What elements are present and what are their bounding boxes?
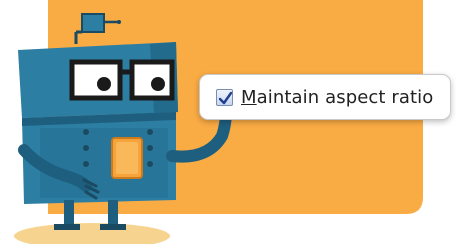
checkmark-icon: [218, 91, 233, 104]
label-rest: aintain aspect ratio: [256, 86, 434, 108]
mnemonic-letter: M: [241, 86, 257, 108]
eyes: [69, 59, 175, 101]
maintain-aspect-ratio-checkbox[interactable]: [216, 88, 233, 106]
illustration: Maintain aspect ratio: [0, 0, 463, 248]
chip: [111, 137, 143, 179]
checkbox-callout: Maintain aspect ratio: [199, 74, 451, 120]
robot-body: [22, 112, 176, 204]
robot-scene: [14, 0, 423, 248]
ground-shadow: [14, 223, 170, 248]
maintain-aspect-ratio-label[interactable]: Maintain aspect ratio: [241, 87, 433, 108]
